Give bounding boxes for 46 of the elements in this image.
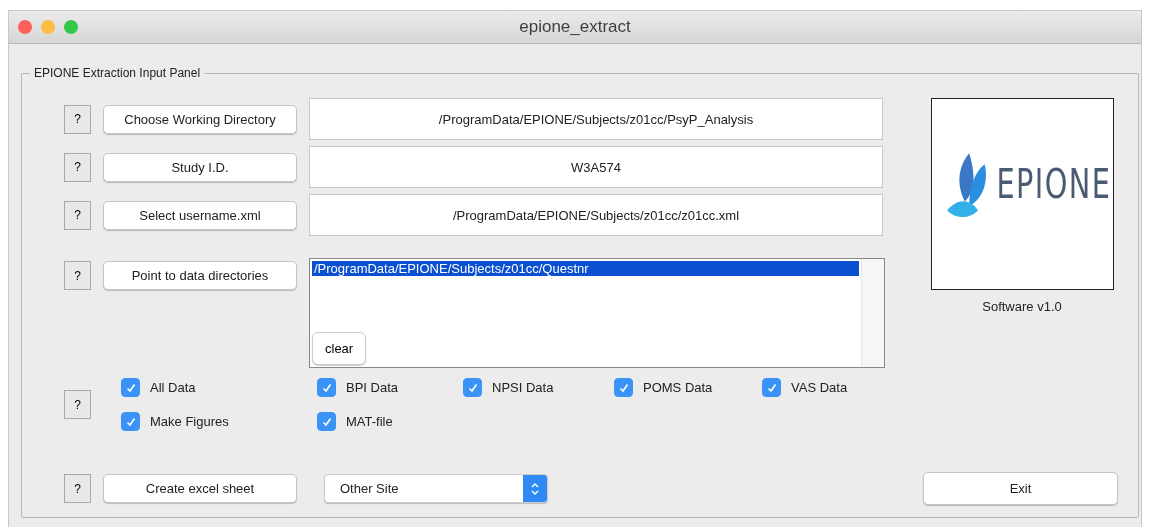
help-button[interactable]: ?: [64, 200, 91, 230]
action-button[interactable]: Select username.xml: [103, 200, 297, 230]
text-field[interactable]: /ProgramData/EPIONE/Subjects/z01cc/PsyP_Analysis: [309, 98, 883, 140]
action-button[interactable]: Create excel sheet: [103, 474, 297, 503]
close-button[interactable]: [18, 20, 32, 34]
clear-button[interactable]: clear: [312, 332, 367, 365]
help-button[interactable]: ?: [64, 390, 91, 419]
checkmark-icon: [617, 381, 630, 394]
checkbox-label[interactable]: VAS Data: [791, 380, 848, 395]
checkmark-icon: [466, 381, 479, 394]
checkbox[interactable]: [317, 412, 336, 431]
help-button[interactable]: ?: [64, 474, 91, 503]
checkmark-icon: [124, 381, 137, 394]
window-title: epione_extract: [519, 17, 631, 37]
checkbox-label[interactable]: Make Figures: [150, 414, 229, 429]
checkbox-label[interactable]: NPSI Data: [492, 380, 554, 395]
text-field[interactable]: /ProgramData/EPIONE/Subjects/z01cc/z01cc.xml: [309, 194, 883, 236]
checkmark-icon: [124, 415, 137, 428]
checkbox[interactable]: [463, 378, 482, 397]
action-button[interactable]: Study I.D.: [103, 152, 297, 182]
site-dropdown[interactable]: Other Site: [324, 474, 548, 503]
checkmark-icon: [765, 381, 778, 394]
help-button[interactable]: ?: [64, 104, 91, 134]
checkmark-icon: [320, 381, 333, 394]
action-button[interactable]: Choose Working Directory: [103, 104, 297, 134]
checkbox-label[interactable]: POMS Data: [643, 380, 713, 395]
checkbox[interactable]: [614, 378, 633, 397]
checkmark-icon: [320, 415, 333, 428]
checkbox-label[interactable]: BPI Data: [346, 380, 399, 395]
checkbox-label[interactable]: All Data: [150, 380, 196, 395]
stepper-icon: [523, 475, 547, 502]
action-button[interactable]: Point to data directories: [103, 261, 297, 290]
version-label: Software v1.0: [982, 299, 1062, 314]
checkbox-label[interactable]: MAT-file: [346, 414, 393, 429]
panel-title: EPIONE Extraction Input Panel: [30, 66, 205, 80]
text-field[interactable]: W3A574: [309, 146, 883, 188]
checkbox[interactable]: [121, 412, 140, 431]
zoom-button[interactable]: [64, 20, 78, 34]
help-button[interactable]: ?: [64, 261, 91, 290]
logo-text: EPIONE: [996, 161, 1112, 207]
help-button[interactable]: ?: [64, 152, 91, 182]
checkbox[interactable]: [317, 378, 336, 397]
checkbox[interactable]: [121, 378, 140, 397]
exit-button[interactable]: Exit: [923, 472, 1118, 505]
checkbox[interactable]: [762, 378, 781, 397]
list-item[interactable]: /ProgramData/EPIONE/Subjects/z01cc/Questnr: [312, 261, 859, 276]
